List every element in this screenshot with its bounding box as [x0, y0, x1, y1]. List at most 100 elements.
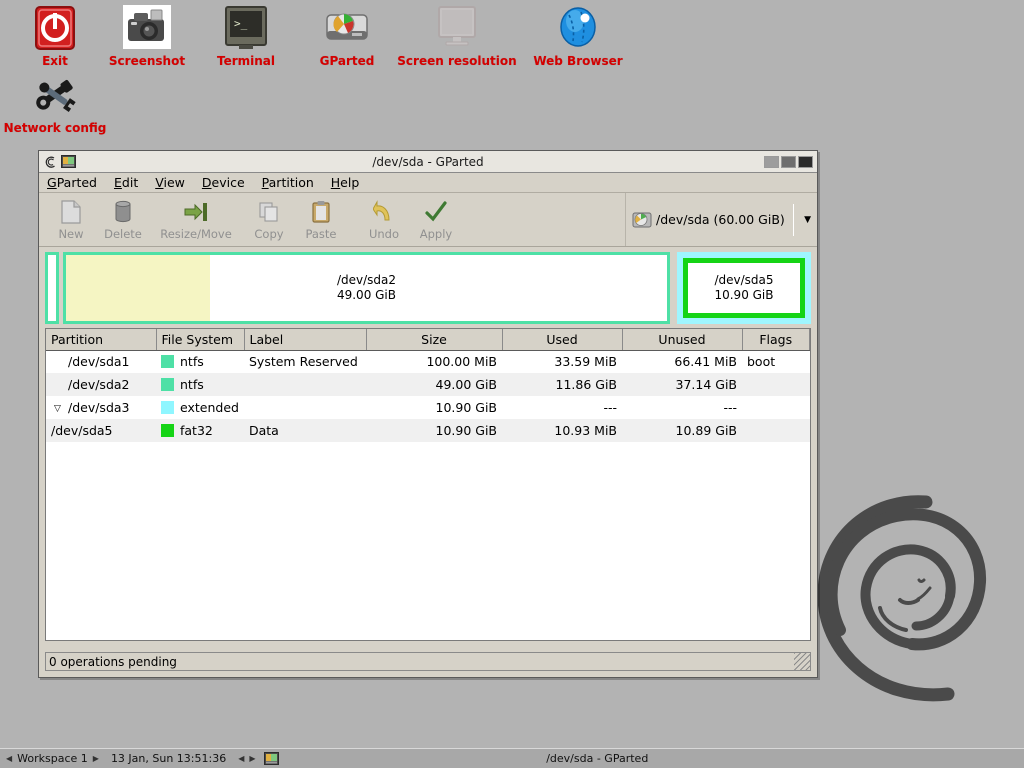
desktop-icon-screen-resolution[interactable]: Screen resolution: [387, 2, 527, 68]
gparted-disk-icon: [292, 2, 402, 54]
graphic-partition-sda1[interactable]: [45, 252, 59, 324]
partition-table: Partition File System Label Size Used Un…: [46, 329, 810, 442]
taskbar-window-title[interactable]: /dev/sda - GParted: [281, 752, 914, 765]
cell-partition: /dev/sda1: [67, 354, 130, 370]
column-header-used[interactable]: Used: [502, 329, 623, 351]
menubar: GGPartedParted Edit View Device Partitio…: [39, 173, 817, 193]
menu-partition[interactable]: Partition: [262, 175, 314, 190]
toolbar-apply-button[interactable]: Apply: [410, 197, 462, 241]
menu-view[interactable]: View: [155, 175, 185, 190]
undo-arrow-icon: [373, 199, 395, 225]
cell-file-system: ntfs: [180, 377, 204, 392]
menu-device[interactable]: Device: [202, 175, 245, 190]
column-header-flags[interactable]: Flags: [742, 329, 810, 351]
gparted-window: /dev/sda - GParted GGPartedParted Edit V…: [38, 150, 818, 678]
menu-edit[interactable]: Edit: [114, 175, 138, 190]
taskbar-window-button[interactable]: [262, 750, 281, 768]
statusbar-text: 0 operations pending: [49, 654, 177, 669]
table-row[interactable]: /dev/sda2 ntfs 49.00 GiB 11.86 GiB 37.14…: [46, 373, 810, 396]
column-header-size[interactable]: Size: [366, 329, 503, 351]
titlebar-icon-group: [41, 155, 76, 169]
cell-partition: /dev/sda3: [67, 400, 130, 415]
toolbar-paste-button[interactable]: Paste: [295, 197, 347, 241]
cell-file-system: ntfs: [180, 354, 204, 370]
graphic-partition-sda2[interactable]: /dev/sda2 49.00 GiB: [63, 252, 670, 324]
toolbar-copy-button[interactable]: Copy: [243, 197, 295, 241]
graphic-partition-size: 10.90 GiB: [714, 288, 774, 302]
minimize-button[interactable]: [764, 155, 779, 168]
desktop-icon-label: Terminal: [216, 54, 276, 68]
desktop-icon-web-browser[interactable]: Web Browser: [523, 2, 633, 68]
workspace-label: Workspace 1: [17, 752, 88, 765]
toolbar-delete-button[interactable]: Delete: [97, 197, 149, 241]
cell-used: 10.93 MiB: [554, 423, 617, 438]
column-header-partition[interactable]: Partition: [46, 329, 157, 351]
cell-file-system: extended: [180, 400, 239, 415]
table-row[interactable]: /dev/sda1 ntfs System Reserved 100.00 Mi…: [46, 350, 810, 373]
task-nav[interactable]: ◀ ▶: [232, 750, 261, 768]
desktop-icon-terminal[interactable]: >_ Terminal: [191, 2, 301, 68]
filesystem-color-swatch: [161, 401, 174, 414]
toolbar-undo-button[interactable]: Undo: [358, 197, 410, 241]
toolbar-label: Undo: [368, 227, 400, 241]
toolbar-label: Delete: [104, 227, 142, 241]
toolbar-resize-move-button[interactable]: Resize/Move: [160, 197, 232, 241]
graphic-partition-sda5[interactable]: /dev/sda5 10.90 GiB: [683, 258, 805, 318]
desktop-icon-screenshot[interactable]: Screenshot: [92, 2, 202, 68]
table-row[interactable]: ▽ /dev/sda3 extended 10.90 GiB --- ---: [46, 396, 810, 419]
cell-flags: [742, 373, 810, 396]
device-selector[interactable]: /dev/sda (60.00 GiB) ▼: [625, 193, 817, 246]
column-header-file-system[interactable]: File System: [156, 329, 245, 351]
row-expander[interactable]: ▽: [51, 404, 64, 414]
toolbar-label: Apply: [419, 227, 453, 241]
partition-table-container[interactable]: Partition File System Label Size Used Un…: [45, 328, 811, 641]
desktop-icon-gparted[interactable]: GParted: [292, 2, 402, 68]
partition-graphic-inner: /dev/sda2 49.00 GiB /dev/sda5 10.90 GiB: [45, 252, 811, 324]
desktop-icon-label: Screenshot: [108, 54, 186, 68]
cell-used: 33.59 MiB: [554, 354, 617, 370]
debian-swirl-watermark: [817, 495, 987, 702]
cell-unused: ---: [723, 400, 737, 415]
toolbar-label: New: [58, 227, 84, 241]
tools-icon: [0, 69, 115, 121]
task-next-icon[interactable]: ▶: [249, 754, 255, 763]
gparted-app-icon: [263, 752, 279, 765]
new-partition-icon: [60, 199, 82, 225]
statusbar: 0 operations pending: [45, 652, 811, 671]
toolbar-new-button[interactable]: New: [45, 197, 97, 241]
cell-label: System Reserved: [249, 354, 358, 370]
globe-icon: [523, 2, 633, 54]
table-row[interactable]: /dev/sda5 fat32 Data 10.90 GiB 10.93 MiB…: [46, 419, 810, 442]
desktop-icon-network-config[interactable]: Network config: [0, 69, 115, 135]
chevron-down-icon[interactable]: ▼: [804, 215, 811, 225]
toolbar-label: Paste: [305, 227, 337, 241]
cell-unused: 37.14 GiB: [675, 377, 738, 392]
taskbar: ◀ Workspace 1 ▶ 13 Jan, Sun 13:51:36 ◀ ▶…: [0, 748, 1024, 768]
window-titlebar[interactable]: /dev/sda - GParted: [39, 151, 817, 173]
cell-size: 49.00 GiB: [435, 377, 498, 392]
task-prev-icon[interactable]: ◀: [238, 754, 244, 763]
toolbar: New Delete Resize/Move Copy Paste Undo A…: [39, 193, 817, 247]
graphic-partition-size: 49.00 GiB: [336, 288, 397, 302]
clock[interactable]: 13 Jan, Sun 13:51:36: [105, 750, 232, 768]
close-button[interactable]: [798, 155, 813, 168]
paste-icon: [310, 199, 332, 225]
gparted-app-icon: [61, 155, 76, 168]
menu-gparted[interactable]: GGPartedParted: [47, 175, 97, 190]
workspace-prev-icon[interactable]: ◀: [6, 754, 12, 763]
cell-size: 10.90 GiB: [435, 423, 498, 438]
menu-help[interactable]: Help: [331, 175, 360, 190]
cell-used: ---: [603, 400, 617, 415]
maximize-button[interactable]: [781, 155, 796, 168]
workspace-next-icon[interactable]: ▶: [93, 754, 99, 763]
graphic-partition-name: /dev/sda5: [714, 273, 774, 287]
column-header-label[interactable]: Label: [244, 329, 367, 351]
resize-grip[interactable]: [794, 653, 810, 670]
cell-flags: [742, 419, 810, 442]
workspace-switcher[interactable]: ◀ Workspace 1 ▶: [0, 750, 105, 768]
graphic-partition-sda3-extended[interactable]: /dev/sda5 10.90 GiB: [677, 252, 811, 324]
column-header-unused[interactable]: Unused: [622, 329, 743, 351]
cell-label: [244, 396, 366, 419]
toolbar-label: Resize/Move: [160, 227, 232, 241]
desktop-icon-label: Screen resolution: [397, 54, 517, 68]
